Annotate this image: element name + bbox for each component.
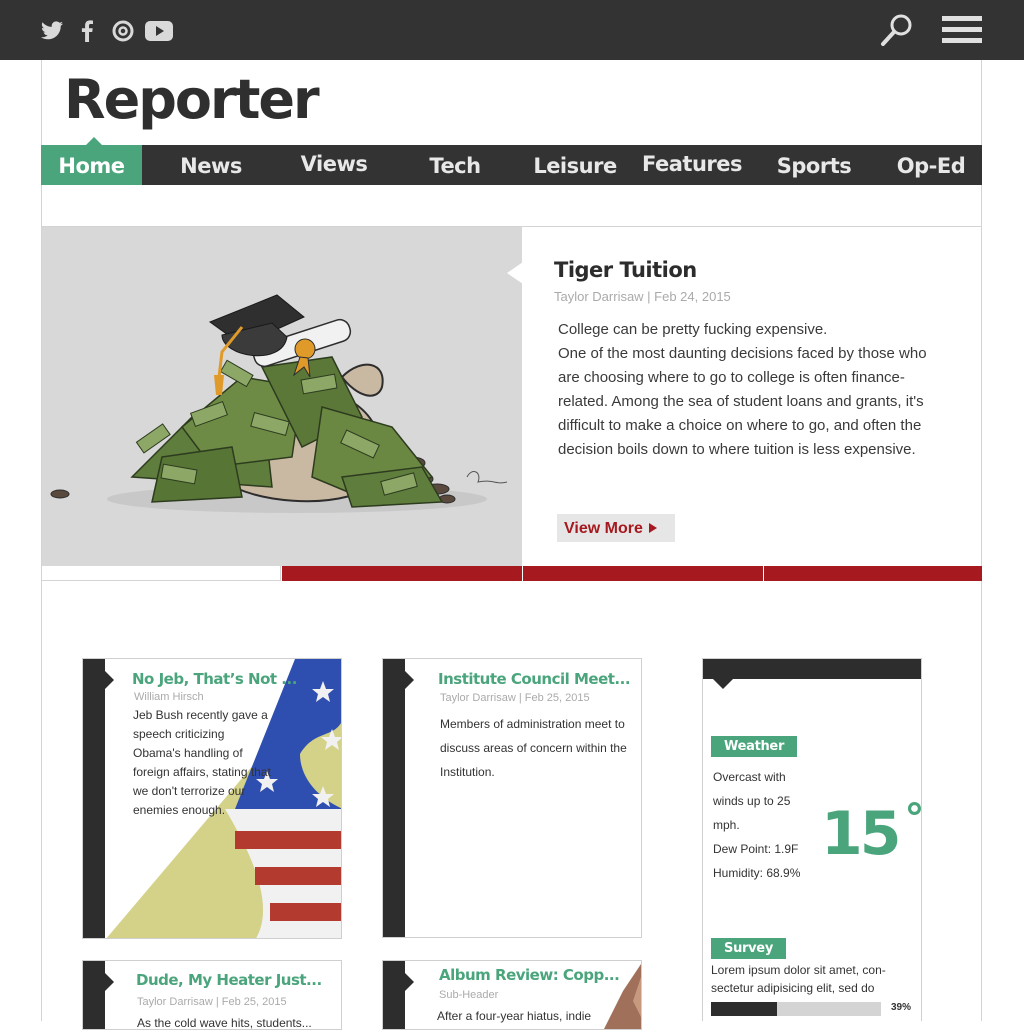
nav-item-leisure[interactable]: Leisure [525,145,625,185]
hero-body-paragraph: One of the most daunting decisions faced… [558,345,927,458]
menu-icon[interactable] [942,16,982,51]
weather-tag: Weather [711,736,798,757]
widget-header-notch [713,679,733,689]
nav-active-notch [85,137,103,146]
nav-item-news[interactable]: News [161,145,261,185]
card-side-bar [83,659,105,938]
search-icon[interactable] [880,12,914,53]
card-meta: Taylor Darrisaw | Feb 25, 2015 [440,692,590,704]
hero-body-lede: College can be pretty fucking expensive. [558,321,828,338]
weather-condition-line: Overcast with [713,770,786,784]
top-bar [0,0,1024,60]
weather-details: Overcast with winds up to 25 mph. Dew Po… [713,765,823,885]
widget-header-bar [703,659,921,679]
facebook-icon[interactable] [81,18,93,44]
survey-progress-bar[interactable] [711,1002,881,1016]
degree-symbol: ° [904,796,925,842]
card-side-bar [383,961,405,1029]
nav-item-home[interactable]: Home [41,145,142,185]
slider-dot-2[interactable] [282,566,522,581]
card-title[interactable]: Institute Council Meet... [438,670,631,688]
slider-dot-1[interactable] [41,566,281,581]
survey-tag: Survey [711,938,786,959]
card-side-bar [383,659,405,937]
article-card[interactable]: Institute Council Meet... Taylor Darrisa… [382,658,642,938]
slider-dot-4[interactable] [764,566,982,581]
card-body: Jeb Bush recently gave a speech criticiz… [133,708,271,817]
card-body: Members of administration meet to discus… [440,717,627,779]
hero-image[interactable] [42,227,522,566]
dew-point: Dew Point: 1.9F [713,842,799,856]
weather-condition-line: mph. [713,818,740,832]
card-title[interactable]: Album Review: Copp... [439,966,620,984]
survey-percent: 39% [891,1002,912,1013]
article-card[interactable]: No Jeb, That’s Not ... William Hirsch Je… [82,658,342,939]
card-meta: Sub-Header [439,989,499,1001]
card-body: As the cold wave hits, students... [137,1016,312,1030]
temperature: 15 ° [821,796,925,869]
nav-item-views[interactable]: Views [284,143,384,183]
hero-body: College can be pretty fucking expensive.… [558,318,938,462]
nav-item-sports[interactable]: Sports [763,145,865,185]
view-more-button[interactable]: View More [557,514,675,542]
hero-meta: Taylor Darrisaw | Feb 24, 2015 [554,289,731,304]
card-title[interactable]: No Jeb, That’s Not ... [132,670,297,688]
hero-pointer [507,262,523,284]
card-title[interactable]: Dude, My Heater Just... [136,971,322,989]
card-side-notch [105,973,114,991]
card-side-bar [83,961,105,1029]
slider-dot-3[interactable] [523,566,763,581]
twitter-icon[interactable] [40,18,64,44]
main-nav: Home News Views Tech Leisure Features Sp… [41,137,982,185]
article-card[interactable]: Dude, My Heater Just... Taylor Darrisaw … [82,960,342,1030]
card-meta: Taylor Darrisaw | Feb 25, 2015 [137,996,287,1008]
article-card[interactable]: Album Review: Copp... Sub-Header After a… [382,960,642,1030]
temperature-value: 15 [821,799,901,869]
play-arrow-icon [649,523,657,533]
survey-progress-fill [711,1002,778,1016]
survey-question: Lorem ipsum dolor sit amet, con- sectetu… [711,963,886,995]
card-side-notch [405,671,414,689]
nav-item-tech[interactable]: Tech [405,145,505,185]
site-logo[interactable]: Reporter [64,68,320,131]
nav-item-op-ed[interactable]: Op-Ed [881,145,981,185]
weather-condition-line: winds up to 25 [713,794,791,808]
hero-title[interactable]: Tiger Tuition [554,258,697,282]
instagram-icon[interactable] [112,18,134,44]
nav-item-features[interactable]: Features [641,143,743,183]
sidebar-widget: Weather Overcast with winds up to 25 mph… [702,658,925,1021]
view-more-label: View More [564,520,643,537]
card-side-notch [405,973,414,991]
card-side-notch [105,671,114,689]
youtube-icon[interactable] [145,18,173,44]
humidity: Humidity: 68.9% [713,866,801,880]
card-meta: William Hirsch [134,691,204,703]
